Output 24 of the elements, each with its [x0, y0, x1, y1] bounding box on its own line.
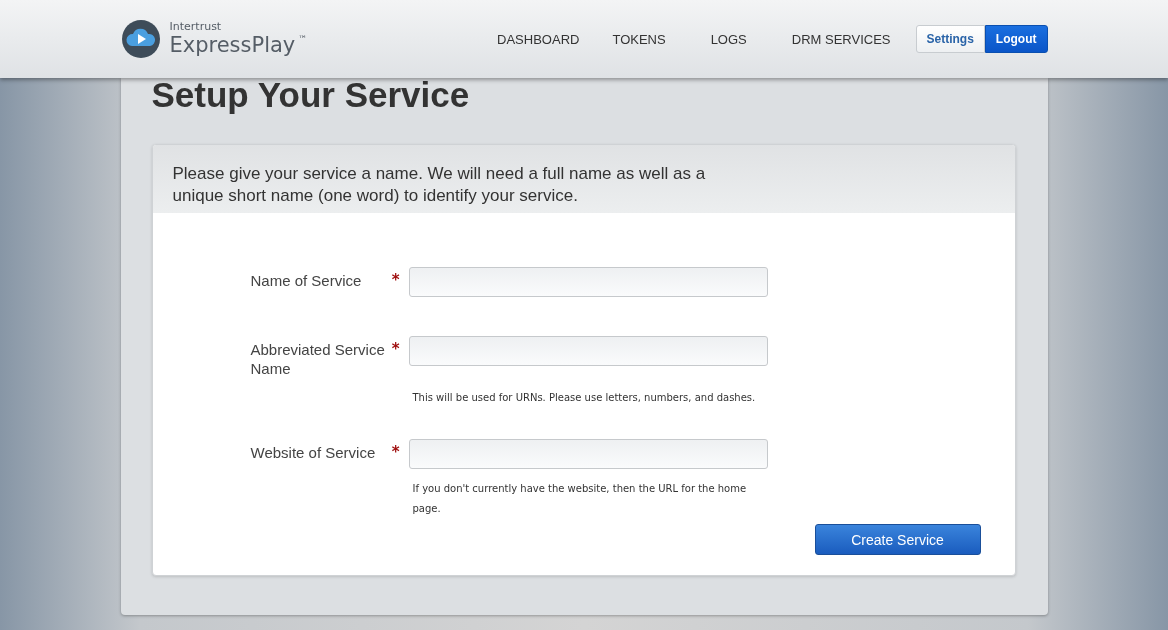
required-mark: * [391, 270, 400, 291]
product-name: ExpressPlay™ [169, 33, 308, 57]
help-text: This will be used for URNs. Please use letters, numbers, and dashes. [412, 391, 757, 405]
company-name: Intertrust [169, 21, 223, 33]
logout-button[interactable]: Logout [984, 25, 1048, 53]
nav-link[interactable]: TOKENS [612, 31, 666, 47]
create-service-button[interactable]: Create Service [814, 524, 981, 555]
required-mark: * [391, 442, 400, 463]
field-label: Abbreviated Service Name [250, 340, 386, 378]
input-field[interactable] [408, 439, 768, 469]
settings-button[interactable]: Settings [915, 25, 985, 53]
page-title: Setup Your Service [151, 78, 471, 116]
help-text: If you don't currently have the website, then the URL for the home page. [412, 482, 748, 516]
nav-link[interactable]: DASHBOARD [497, 31, 580, 47]
field-label: Name of Service [250, 271, 362, 291]
cloud-play-logo-icon [120, 19, 161, 59]
nav-link[interactable]: DRM SERVICES [791, 31, 891, 47]
input-field[interactable] [408, 336, 768, 366]
intro-text: Please give your service a name. We will need a full name as well as a unique short name (one word) to identify your service. [172, 163, 707, 207]
field-label: Website of Service [250, 443, 376, 463]
input-field[interactable] [408, 267, 768, 297]
nav-link[interactable]: LOGS [710, 31, 747, 47]
required-mark: * [391, 339, 400, 360]
trademark-mark: ™ [298, 33, 308, 45]
